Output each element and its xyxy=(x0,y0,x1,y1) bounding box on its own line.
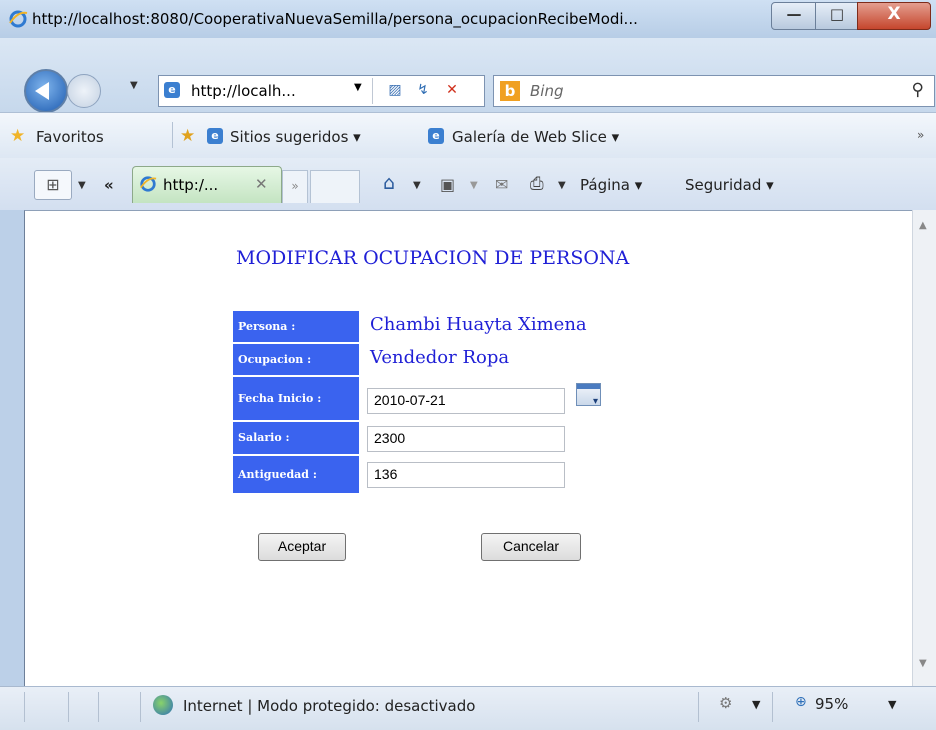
stop-icon[interactable]: ✕ xyxy=(444,82,460,98)
address-separator xyxy=(372,78,373,104)
compatibility-view-icon[interactable]: ▨ xyxy=(387,82,403,98)
mail-icon[interactable]: ✉ xyxy=(495,175,508,194)
page-menu[interactable]: Página ▾ xyxy=(580,176,642,194)
close-icon: X xyxy=(887,4,901,24)
bing-logo-icon: b xyxy=(500,81,520,101)
protected-mode-dropdown-icon[interactable]: ▼ xyxy=(752,698,760,711)
tab-close-icon[interactable]: ✕ xyxy=(255,175,268,193)
home-icon[interactable]: ⌂ xyxy=(383,172,395,194)
quick-tabs-icon[interactable]: ⊞ xyxy=(34,170,72,200)
print-icon[interactable]: ⎙ xyxy=(530,174,544,194)
scroll-down-icon[interactable]: ▼ xyxy=(919,658,927,669)
close-window-button[interactable]: X xyxy=(857,2,931,30)
security-zone-text[interactable]: Internet | Modo protegido: desactivado xyxy=(183,697,475,715)
web-slice-icon: e xyxy=(428,128,444,144)
salario-input[interactable]: 2300 xyxy=(367,426,565,452)
protected-mode-icon[interactable]: ⚙ xyxy=(719,694,732,712)
refresh-icon[interactable]: ↯ xyxy=(415,82,431,98)
favorites-separator xyxy=(172,122,173,148)
new-tab-button[interactable] xyxy=(310,170,360,203)
favorites-star-icon[interactable]: ★ xyxy=(10,126,25,146)
ocupacion-value: Vendedor Ropa xyxy=(370,347,510,368)
page-icon: e xyxy=(164,82,180,98)
browser-window: http://localhost:8080/CooperativaNuevaSe… xyxy=(0,0,936,730)
history-dropdown-icon[interactable]: ▼ xyxy=(130,80,138,91)
print-dropdown-icon[interactable]: ▼ xyxy=(558,180,566,191)
fecha-inicio-label: Fecha Inicio : xyxy=(233,377,359,420)
antiguedad-input[interactable]: 136 xyxy=(367,462,565,488)
tab-active[interactable]: http:/... ✕ xyxy=(132,166,282,203)
tab-scroll-right-icon[interactable]: » xyxy=(282,170,308,203)
search-input[interactable]: Bing xyxy=(530,82,564,100)
more-chevron-icon[interactable]: » xyxy=(917,128,924,142)
forward-button[interactable] xyxy=(67,74,101,108)
antiguedad-label: Antiguedad : xyxy=(233,456,359,493)
persona-value: Chambi Huayta Ximena xyxy=(370,314,587,335)
ie-logo-icon xyxy=(9,10,28,28)
fecha-inicio-input[interactable]: 2010-07-21 xyxy=(367,388,565,414)
maximize-icon: □ xyxy=(829,5,845,23)
scroll-up-icon[interactable]: ▲ xyxy=(919,220,927,231)
vertical-scrollbar[interactable]: ▲ ▼ xyxy=(912,210,936,686)
back-button[interactable] xyxy=(24,69,68,113)
status-divider xyxy=(140,692,141,722)
address-input[interactable]: http://localh... xyxy=(191,82,296,100)
status-divider xyxy=(24,692,25,722)
security-menu[interactable]: Seguridad ▾ xyxy=(685,176,774,194)
address-bar[interactable]: e http://localh... ▼ ▨ ↯ ✕ xyxy=(158,75,485,107)
title-bar: http://localhost:8080/CooperativaNuevaSe… xyxy=(0,0,936,38)
zoom-icon[interactable]: ⊕ xyxy=(795,694,807,710)
tab-scroll-left-icon[interactable]: « xyxy=(104,176,114,194)
cancelar-button[interactable]: Cancelar xyxy=(481,533,581,561)
window-title: http://localhost:8080/CooperativaNuevaSe… xyxy=(32,10,638,28)
feeds-icon[interactable]: ▣ xyxy=(440,175,455,194)
home-dropdown-icon[interactable]: ▼ xyxy=(413,180,421,191)
suggested-sites-icon: e xyxy=(207,128,223,144)
favorites-button[interactable]: Favoritos xyxy=(36,128,104,146)
internet-zone-icon xyxy=(153,695,173,715)
calendar-icon[interactable] xyxy=(576,383,601,407)
status-divider xyxy=(68,692,69,722)
page-title: MODIFICAR OCUPACION DE PERSONA xyxy=(236,247,630,269)
status-divider xyxy=(698,692,699,722)
persona-label: Persona : xyxy=(233,311,359,342)
web-slice-gallery-link[interactable]: Galería de Web Slice ▾ xyxy=(452,128,619,146)
tab-title: http:/... xyxy=(163,176,219,194)
salario-label: Salario : xyxy=(233,422,359,454)
zoom-level[interactable]: 95% xyxy=(815,695,848,713)
search-box[interactable]: b Bing ⚲ xyxy=(493,75,935,107)
aceptar-button[interactable]: Aceptar xyxy=(258,533,346,561)
tab-list-dropdown-icon[interactable]: ▼ xyxy=(78,180,86,191)
search-icon[interactable]: ⚲ xyxy=(912,80,924,100)
feeds-dropdown-icon[interactable]: ▼ xyxy=(470,180,478,191)
status-divider xyxy=(98,692,99,722)
status-divider xyxy=(772,692,773,722)
minimize-icon: — xyxy=(786,5,802,23)
minimize-button[interactable]: — xyxy=(771,2,817,30)
add-favorite-icon[interactable]: ★ xyxy=(180,126,195,146)
suggested-sites-link[interactable]: Sitios sugeridos ▾ xyxy=(230,128,361,146)
zoom-dropdown-icon[interactable]: ▼ xyxy=(888,698,896,711)
ocupacion-label: Ocupacion : xyxy=(233,344,359,375)
address-dropdown-icon[interactable]: ▼ xyxy=(354,82,362,93)
maximize-button[interactable]: □ xyxy=(815,2,859,30)
ie-logo-icon xyxy=(140,176,157,192)
